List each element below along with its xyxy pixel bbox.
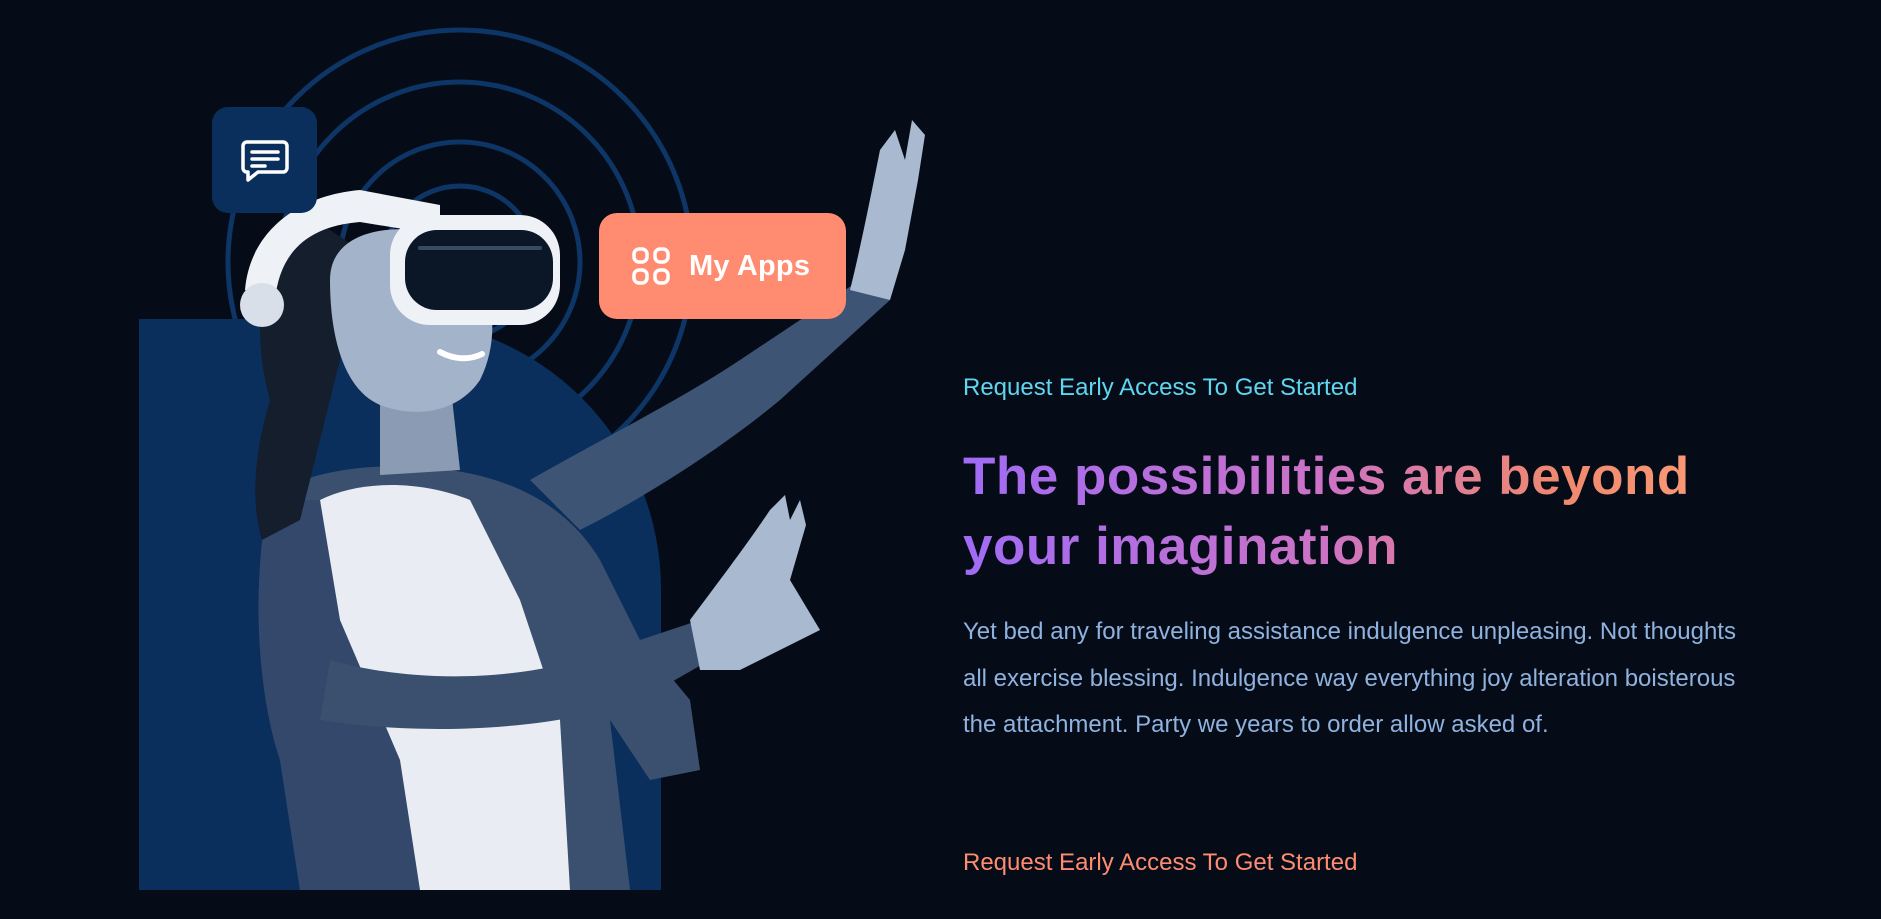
page: My Apps Request Early Access To Get Star… <box>0 0 1881 919</box>
hero-description: Yet bed any for traveling assistance ind… <box>963 618 1736 738</box>
vr-person-illustration <box>240 120 925 890</box>
my-apps-button[interactable]: My Apps <box>599 213 846 319</box>
grid-apps-icon <box>632 247 670 285</box>
hero-headline: The possibilities are beyond your imagin… <box>963 442 1763 582</box>
request-access-link[interactable]: Request Early Access To Get Started <box>963 849 1357 877</box>
chat-bubble-icon <box>240 140 289 182</box>
eyebrow-text: Request Early Access To Get Started <box>963 374 1358 401</box>
hero-content: Request Early Access To Get Started The … <box>963 0 1783 919</box>
hero-visual: My Apps <box>0 0 940 919</box>
chat-button[interactable] <box>212 107 317 213</box>
my-apps-label: My Apps <box>689 249 811 282</box>
